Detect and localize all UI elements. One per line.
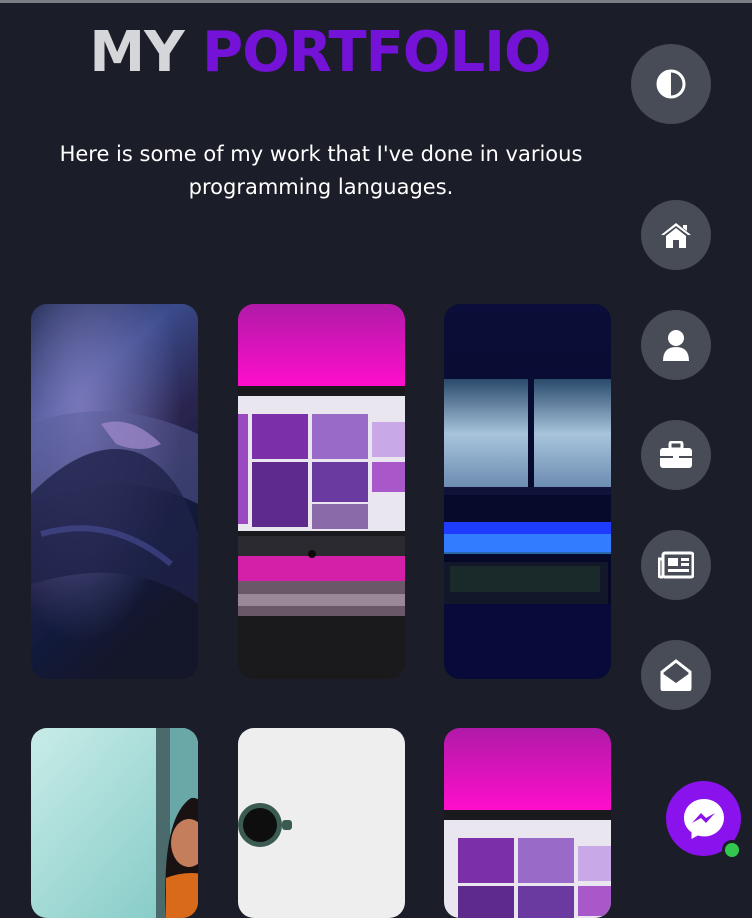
briefcase-icon bbox=[660, 441, 692, 468]
smiling-woman-photo bbox=[31, 728, 198, 918]
nav-blog-button[interactable] bbox=[641, 530, 711, 600]
blue-dual-monitor-setup-photo bbox=[444, 304, 611, 679]
messenger-icon bbox=[683, 798, 724, 839]
browser-top-edge bbox=[0, 0, 752, 3]
pink-desk-monitor-photo bbox=[238, 304, 405, 679]
online-status-indicator bbox=[722, 840, 742, 860]
page-title: MY PORTFOLIO bbox=[0, 18, 640, 88]
title-word-portfolio: PORTFOLIO bbox=[202, 20, 551, 85]
portfolio-item-6[interactable] bbox=[444, 728, 611, 918]
envelope-open-icon bbox=[660, 659, 692, 691]
nav-about-button[interactable] bbox=[641, 310, 711, 380]
pink-desk-monitor-photo bbox=[444, 728, 611, 918]
portfolio-item-2[interactable] bbox=[238, 304, 405, 679]
coffee-cup-desk-photo bbox=[238, 728, 405, 918]
user-icon bbox=[663, 330, 689, 361]
theme-toggle-button[interactable] bbox=[631, 44, 711, 124]
portfolio-item-5[interactable] bbox=[238, 728, 405, 918]
keyboard-hands-photo bbox=[31, 304, 198, 679]
nav-portfolio-button[interactable] bbox=[641, 420, 711, 490]
title-word-my: MY bbox=[89, 20, 184, 85]
contrast-icon bbox=[656, 69, 686, 99]
home-icon bbox=[661, 223, 691, 248]
newspaper-icon bbox=[658, 551, 694, 579]
nav-contact-button[interactable] bbox=[641, 640, 711, 710]
page-subtitle: Here is some of my work that I've done i… bbox=[59, 142, 583, 199]
nav-home-button[interactable] bbox=[641, 200, 711, 270]
portfolio-item-4[interactable] bbox=[31, 728, 198, 918]
portfolio-item-3[interactable] bbox=[444, 304, 611, 679]
portfolio-item-1[interactable] bbox=[31, 304, 198, 679]
